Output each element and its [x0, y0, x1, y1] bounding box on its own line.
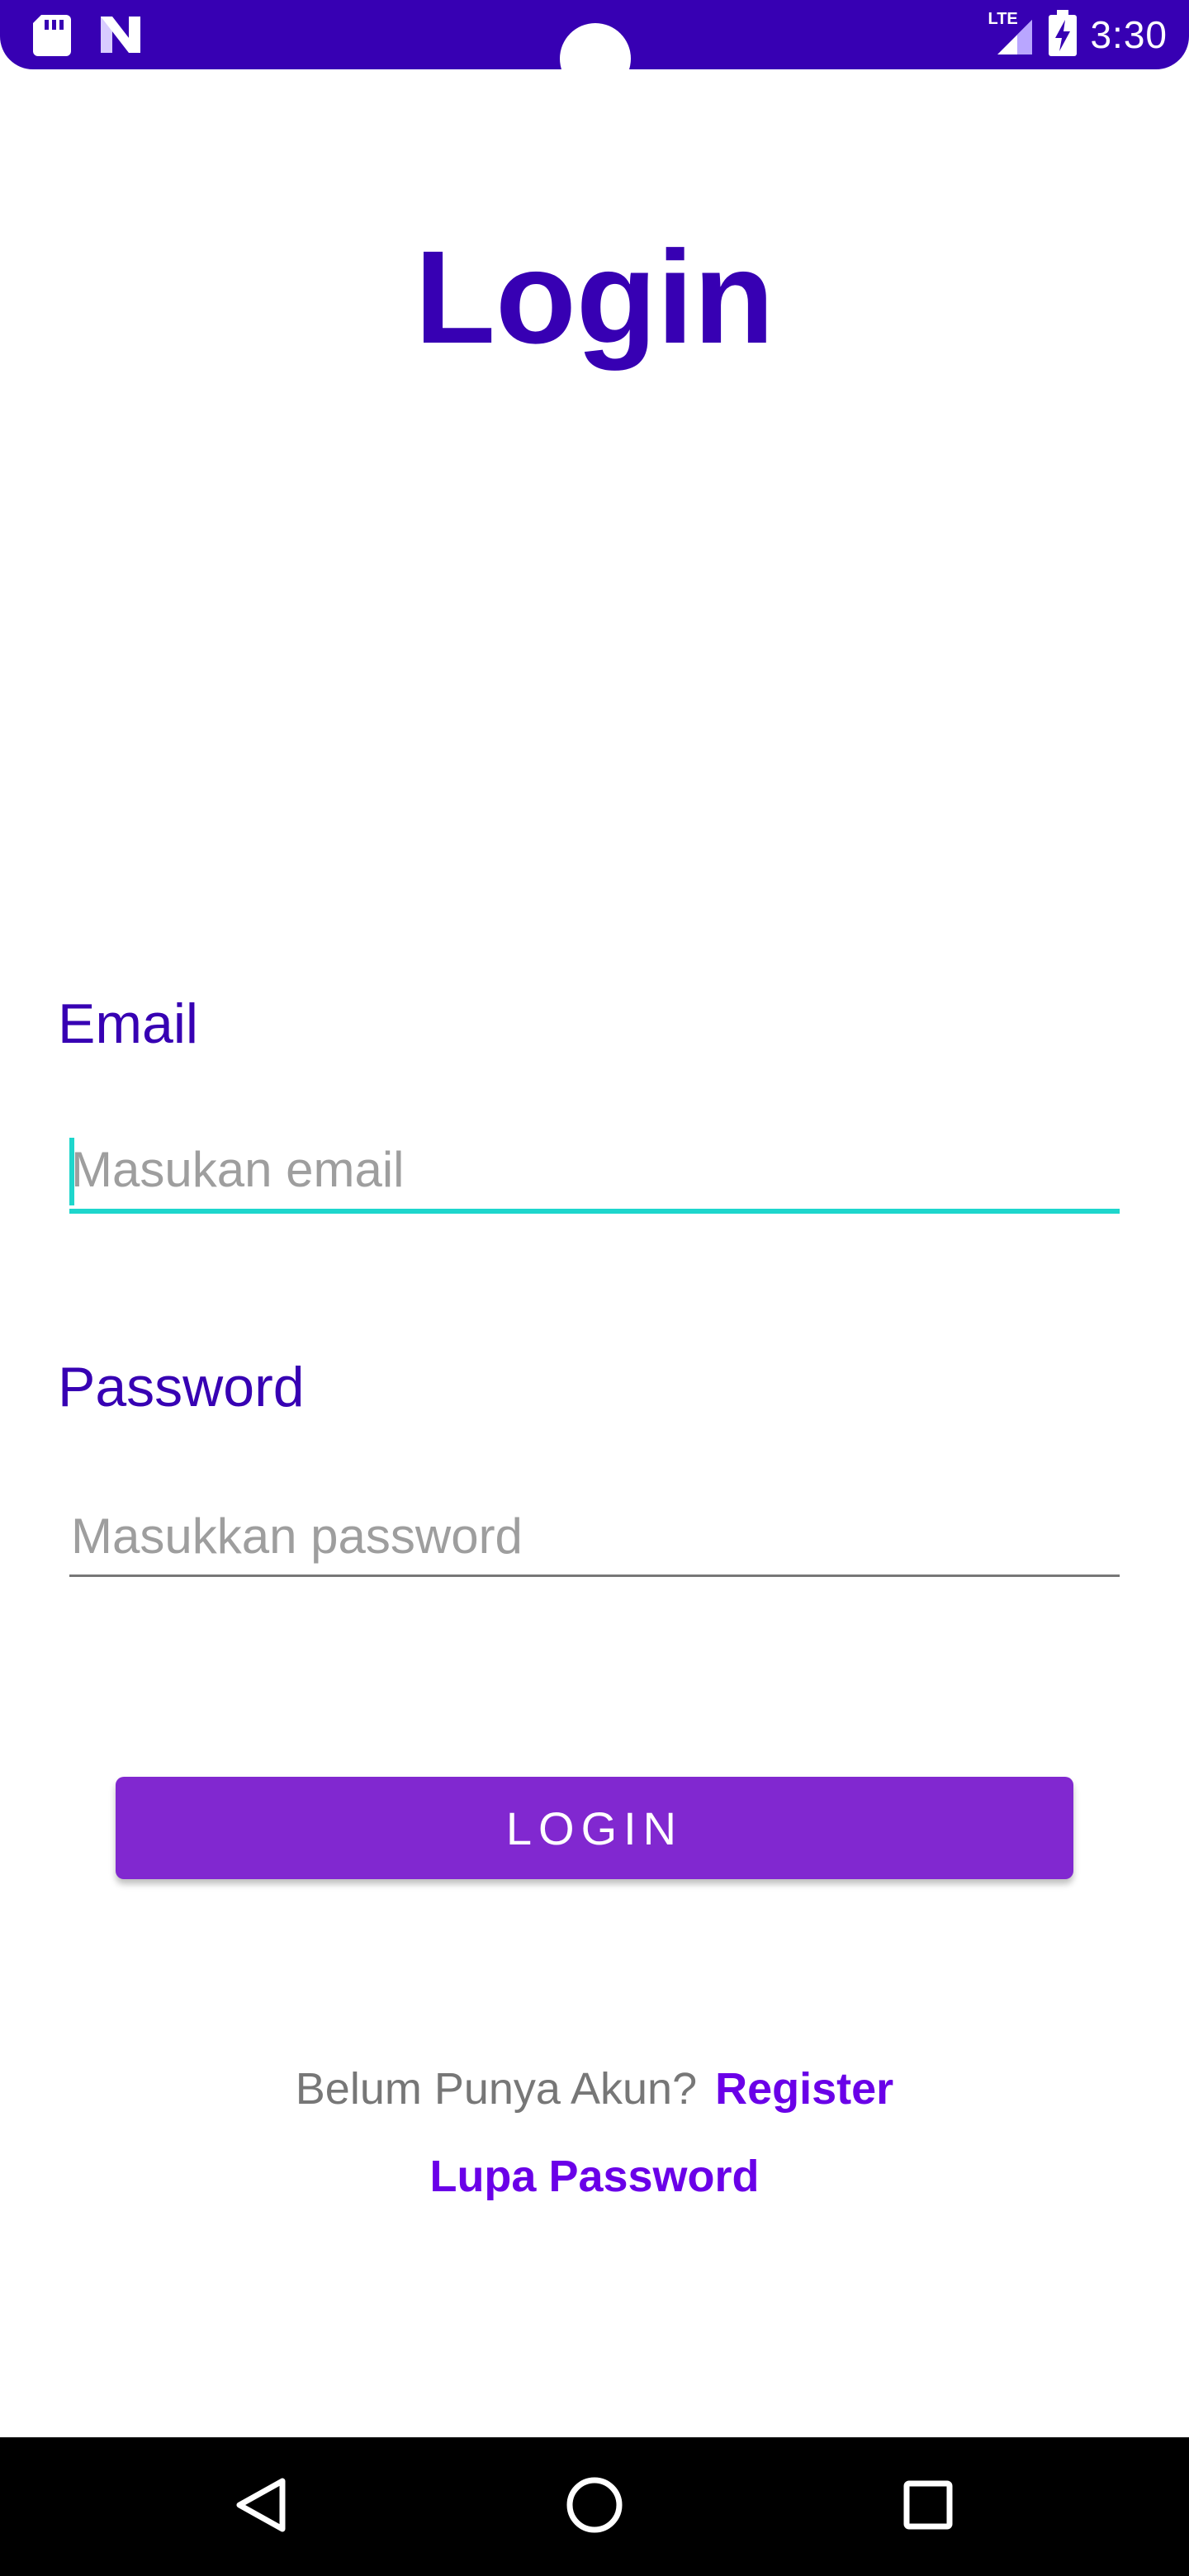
email-field[interactable]	[69, 1128, 1120, 1210]
recents-button[interactable]	[888, 2467, 968, 2546]
status-right-cluster: LTE 3:30	[986, 0, 1168, 69]
email-underline	[69, 1209, 1120, 1214]
password-label: Password	[58, 1356, 305, 1418]
forgot-password-link[interactable]: Lupa Password	[0, 2143, 1189, 2209]
register-row: Belum Punya Akun? Register	[0, 2056, 1189, 2122]
page-title: Login	[414, 223, 775, 371]
email-field-container	[69, 1128, 1120, 1214]
lte-signal-icon: LTE	[986, 10, 1035, 58]
recents-icon	[902, 2479, 955, 2536]
camera-notch	[560, 23, 631, 94]
home-button[interactable]	[555, 2467, 634, 2546]
back-icon	[234, 2476, 287, 2538]
register-prompt: Belum Punya Akun?	[295, 2064, 698, 2114]
text-cursor	[69, 1138, 74, 1205]
email-label: Email	[58, 992, 199, 1055]
password-field[interactable]	[69, 1494, 1120, 1577]
sd-card-icon	[33, 15, 71, 60]
register-link[interactable]: Register	[715, 2064, 893, 2114]
password-field-container	[69, 1494, 1120, 1577]
password-underline	[69, 1574, 1120, 1577]
login-button[interactable]: LOGIN	[116, 1777, 1073, 1879]
status-time: 3:30	[1090, 13, 1168, 56]
navigation-bar	[0, 2437, 1189, 2576]
n-logo-icon	[97, 17, 144, 57]
back-button[interactable]	[221, 2467, 301, 2546]
battery-charging-icon	[1049, 9, 1078, 60]
home-icon	[565, 2475, 624, 2539]
